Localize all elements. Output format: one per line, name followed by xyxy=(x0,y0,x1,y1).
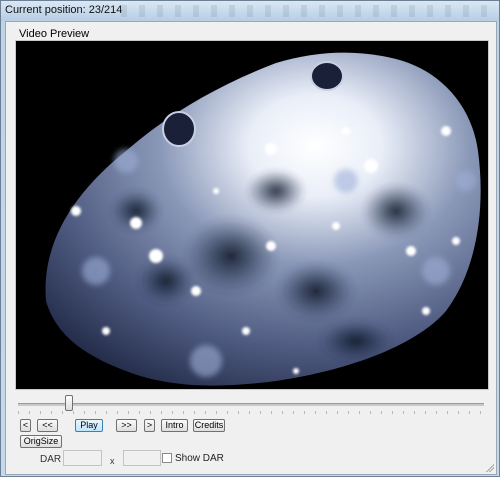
window-title: Current position: 23/214 xyxy=(5,4,123,16)
seek-slider-track[interactable] xyxy=(18,403,484,406)
seek-slider-thumb[interactable] xyxy=(65,395,74,411)
fast-forward-button[interactable]: >> xyxy=(116,419,137,432)
dar-width-input[interactable] xyxy=(63,450,102,466)
show-dar-checkbox[interactable] xyxy=(162,453,172,463)
dar-separator: x xyxy=(110,456,115,466)
next-frame-button[interactable]: > xyxy=(144,419,155,432)
title-bar-background-ghost xyxy=(121,5,493,17)
rewind-button[interactable]: << xyxy=(37,419,58,432)
orig-size-button[interactable]: OrigSize xyxy=(20,435,62,448)
video-frame-image xyxy=(16,41,488,389)
prev-frame-button[interactable]: < xyxy=(20,419,31,432)
video-preview-window: Current position: 23/214 Video Preview <… xyxy=(0,0,500,477)
title-bar[interactable]: Current position: 23/214 xyxy=(1,1,499,21)
intro-button[interactable]: Intro xyxy=(161,419,188,432)
client-area: Video Preview < << Play >> > Intro Credi… xyxy=(5,21,497,475)
credits-button[interactable]: Credits xyxy=(193,419,225,432)
resize-grip[interactable] xyxy=(484,462,494,472)
show-dar-label[interactable]: Show DAR xyxy=(175,453,224,464)
play-button[interactable]: Play xyxy=(75,419,103,432)
dar-height-input[interactable] xyxy=(123,450,161,466)
video-preview-frame xyxy=(15,40,489,390)
video-preview-group-label: Video Preview xyxy=(17,28,92,40)
seek-slider-ticks xyxy=(18,411,484,414)
dar-label: DAR xyxy=(40,454,62,465)
